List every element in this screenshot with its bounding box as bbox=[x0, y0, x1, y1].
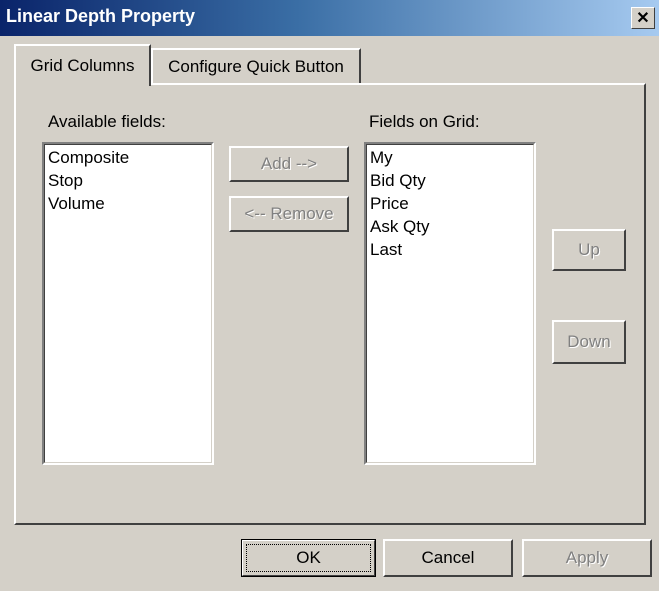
list-item[interactable]: Volume bbox=[48, 192, 208, 215]
window-title: Linear Depth Property bbox=[6, 6, 196, 26]
list-item[interactable]: Last bbox=[370, 238, 530, 261]
tab-grid-columns[interactable]: Grid Columns bbox=[14, 44, 151, 86]
down-button-label: Down bbox=[567, 332, 611, 351]
list-item[interactable]: Stop bbox=[48, 169, 208, 192]
apply-button[interactable]: Apply bbox=[522, 539, 652, 577]
remove-button-label: <-- Remove bbox=[244, 204, 334, 223]
apply-button-label: Apply bbox=[565, 548, 609, 567]
list-item[interactable]: Price bbox=[370, 192, 530, 215]
fields-on-grid-list[interactable]: My Bid Qty Price Ask Qty Last bbox=[364, 142, 536, 465]
tab-configure-quick-button[interactable]: Configure Quick Button bbox=[151, 48, 361, 84]
ok-button[interactable]: OK bbox=[241, 539, 376, 577]
ok-button-label: OK bbox=[296, 548, 321, 567]
add-button[interactable]: Add --> bbox=[229, 146, 349, 182]
add-button-label: Add --> bbox=[260, 154, 318, 173]
up-button[interactable]: Up bbox=[552, 229, 626, 271]
list-item[interactable]: My bbox=[370, 146, 530, 169]
list-item[interactable]: Bid Qty bbox=[370, 169, 530, 192]
list-item[interactable]: Composite bbox=[48, 146, 208, 169]
remove-button[interactable]: <-- Remove bbox=[229, 196, 349, 232]
tab-label: Configure Quick Button bbox=[168, 57, 344, 76]
down-button[interactable]: Down bbox=[552, 320, 626, 364]
close-icon: ✕ bbox=[636, 10, 650, 27]
available-fields-list[interactable]: Composite Stop Volume bbox=[42, 142, 214, 465]
cancel-button[interactable]: Cancel bbox=[383, 539, 513, 577]
list-item[interactable]: Ask Qty bbox=[370, 215, 530, 238]
tab-label: Grid Columns bbox=[30, 56, 135, 75]
up-button-label: Up bbox=[578, 240, 600, 259]
close-button[interactable]: ✕ bbox=[631, 7, 655, 29]
title-bar[interactable]: Linear Depth Property ✕ bbox=[0, 0, 659, 36]
cancel-button-label: Cancel bbox=[421, 548, 475, 567]
